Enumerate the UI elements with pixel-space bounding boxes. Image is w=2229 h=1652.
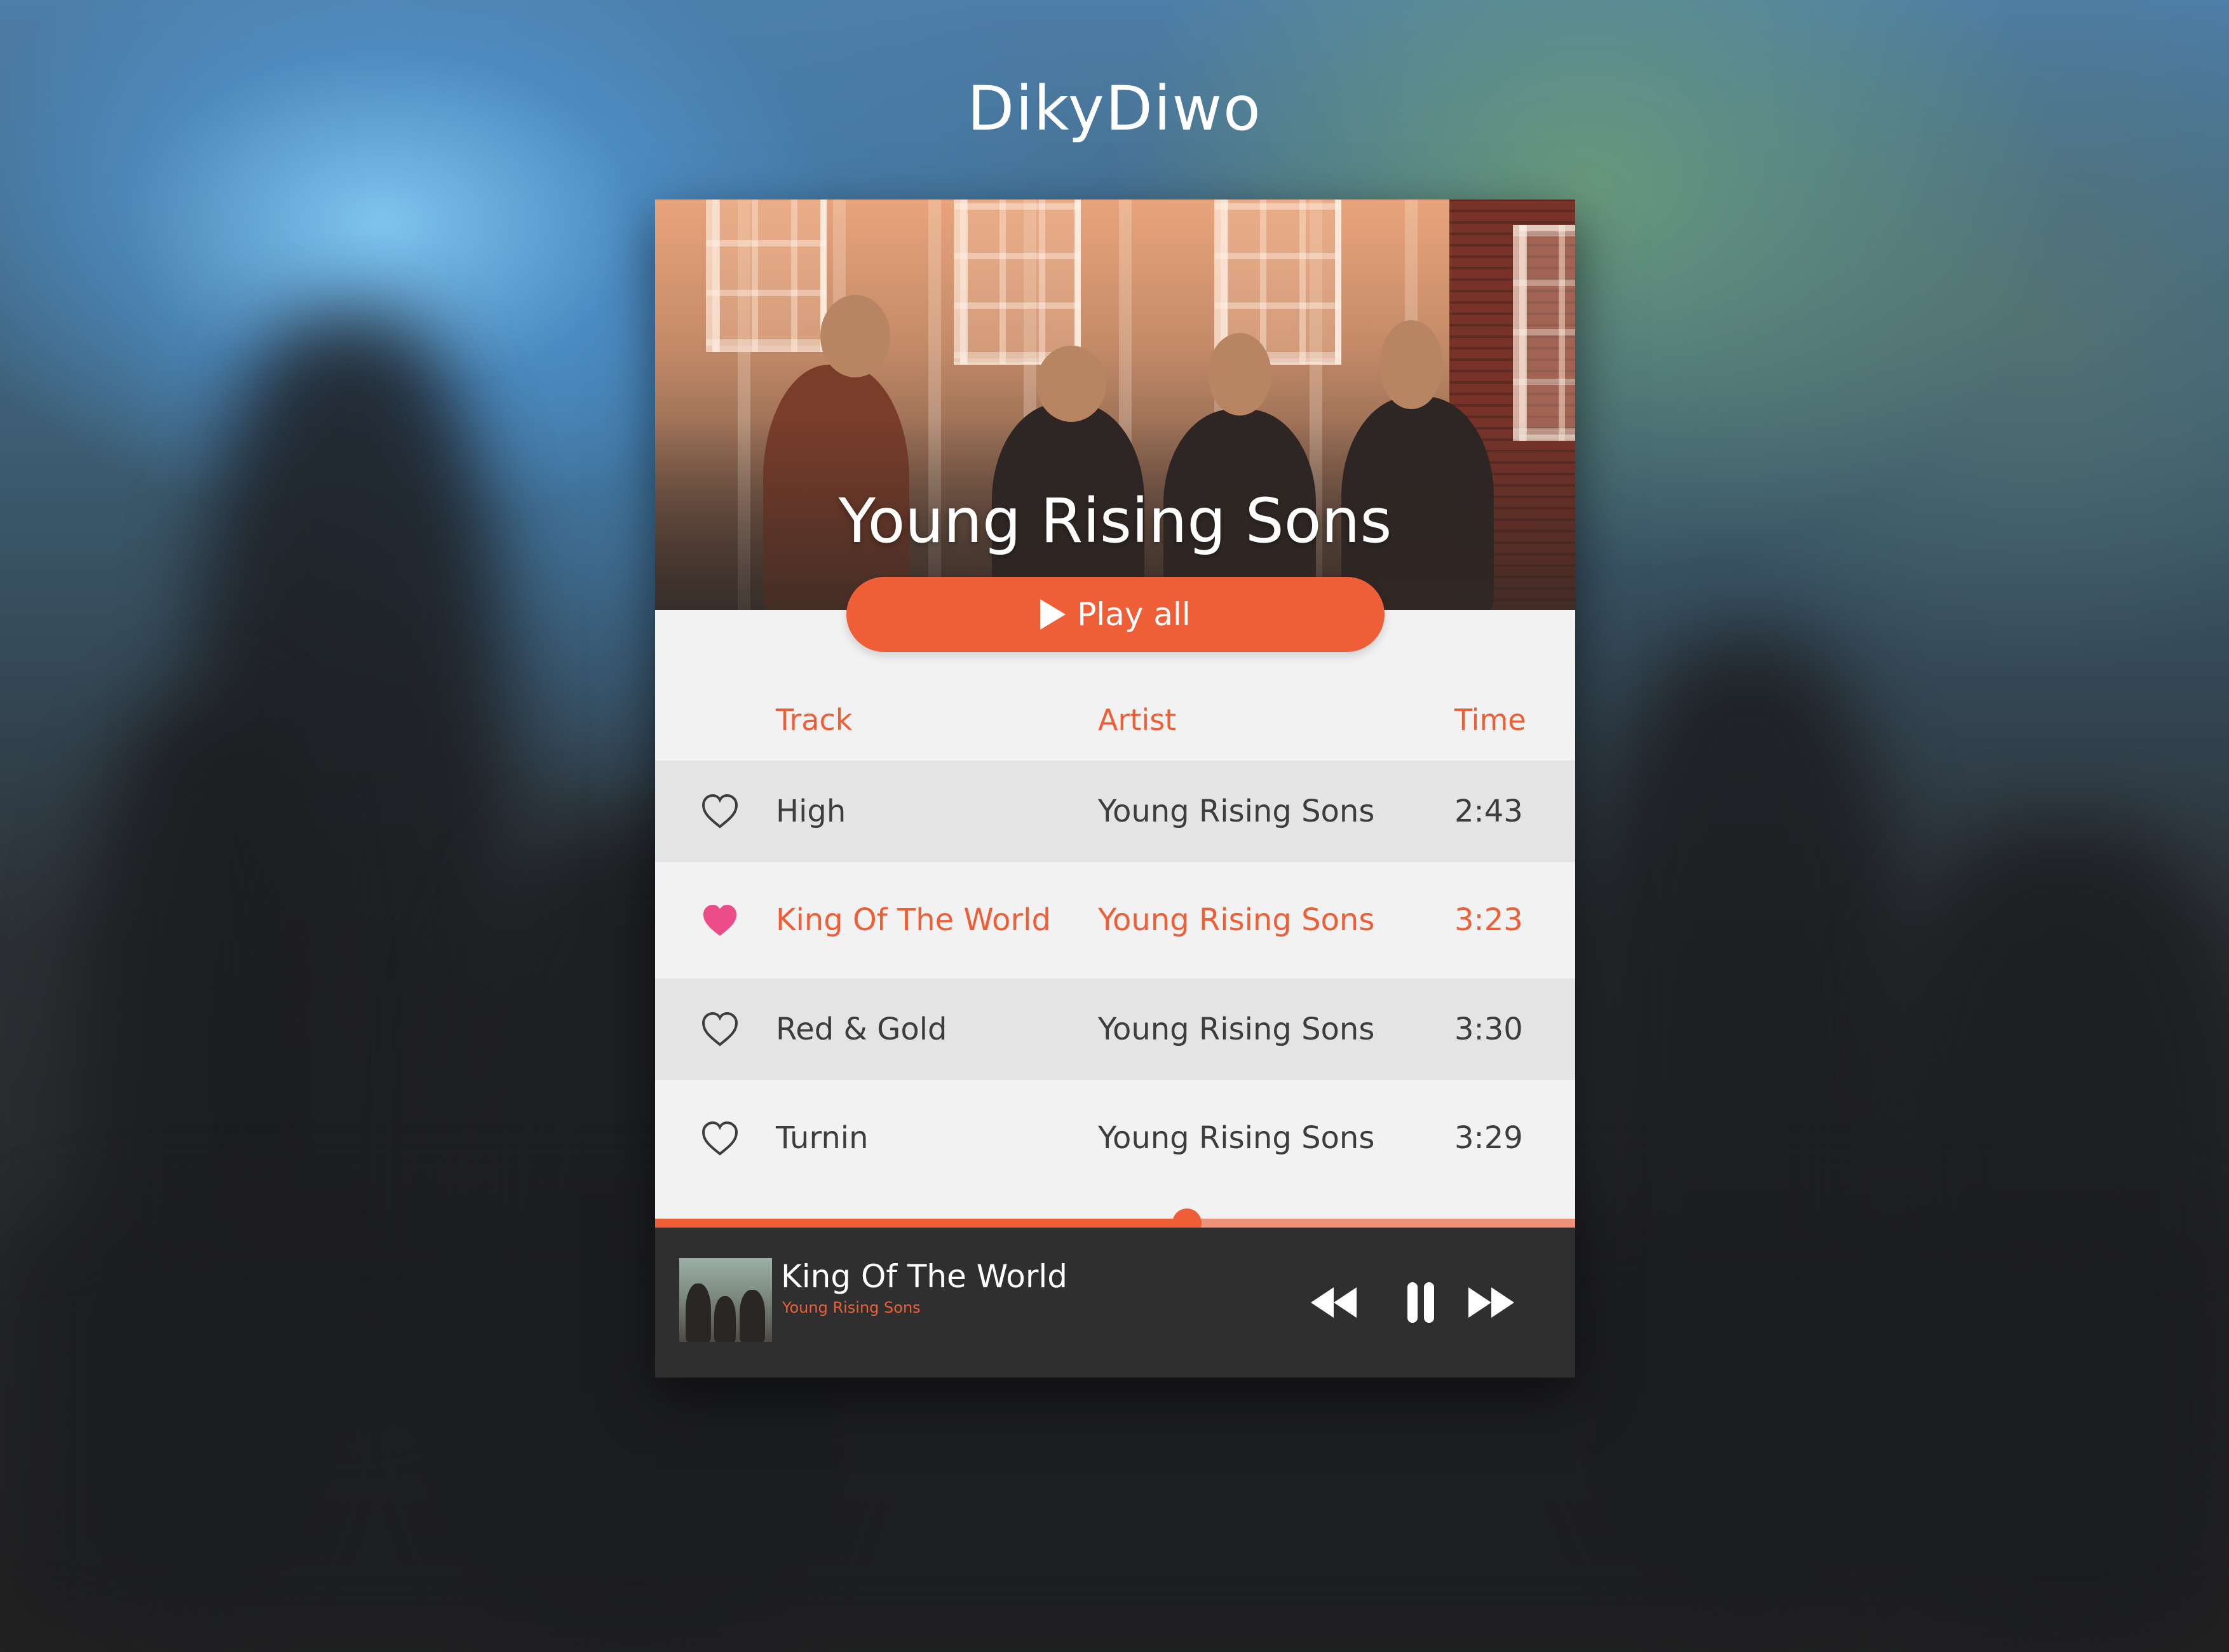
track-name: Turnin <box>776 1120 869 1156</box>
play-all-button[interactable]: Play all <box>846 577 1385 652</box>
now-playing-title: King Of The World <box>781 1258 1068 1295</box>
play-icon <box>1040 599 1066 630</box>
now-playing-thumbnail <box>679 1258 772 1342</box>
thumb-figure <box>740 1290 765 1342</box>
track-row[interactable]: Red & Gold Young Rising Sons 3:30 <box>655 978 1575 1080</box>
band-member-head <box>1379 320 1443 409</box>
track-time: 3:30 <box>1454 1012 1523 1047</box>
now-playing-artist: Young Rising Sons <box>782 1299 921 1317</box>
track-name: Red & Gold <box>776 1012 947 1047</box>
progress-fill <box>655 1219 1187 1228</box>
track-row[interactable]: High Young Rising Sons 2:43 <box>655 761 1575 862</box>
heart-filled-icon[interactable] <box>700 900 740 941</box>
track-time: 2:43 <box>1454 794 1523 829</box>
heart-outline-icon[interactable] <box>700 791 740 832</box>
thumb-figure <box>714 1296 736 1342</box>
track-artist: Young Rising Sons <box>1098 902 1375 938</box>
pause-icon[interactable] <box>1405 1278 1437 1327</box>
play-all-label: Play all <box>1077 596 1191 633</box>
thumb-figure <box>686 1283 711 1342</box>
track-artist: Young Rising Sons <box>1098 1120 1375 1156</box>
track-time: 3:23 <box>1454 902 1523 938</box>
hero-window <box>1513 225 1575 441</box>
track-time: 3:29 <box>1454 1120 1523 1156</box>
fast-forward-icon[interactable] <box>1466 1278 1517 1327</box>
track-artist: Young Rising Sons <box>1098 1012 1375 1047</box>
rewind-icon[interactable] <box>1308 1278 1359 1327</box>
track-row-active[interactable]: King Of The World Young Rising Sons 3:23 <box>655 862 1575 978</box>
music-player-card: Young Rising Sons Play all Track Artist … <box>655 200 1575 1378</box>
now-playing-bar: King Of The World Young Rising Sons <box>655 1228 1575 1378</box>
band-member-head <box>820 295 890 377</box>
band-member-head <box>1036 346 1106 422</box>
heart-outline-icon[interactable] <box>700 1009 740 1050</box>
playback-progress-bar[interactable] <box>655 1209 1575 1238</box>
track-row[interactable]: Turnin Young Rising Sons 3:29 <box>655 1080 1575 1196</box>
column-header-track[interactable]: Track <box>776 694 852 745</box>
brand-logo: DikyDiwo <box>967 73 1262 144</box>
column-header-artist[interactable]: Artist <box>1098 694 1176 745</box>
band-title: Young Rising Sons <box>838 485 1392 557</box>
track-name: King Of The World <box>776 902 1051 938</box>
band-hero-image: Young Rising Sons <box>655 200 1575 610</box>
track-name: High <box>776 794 846 829</box>
hero-window <box>954 200 1081 365</box>
track-table-header: Track Artist Time <box>655 694 1575 745</box>
track-artist: Young Rising Sons <box>1098 794 1375 829</box>
hero-window <box>706 200 827 352</box>
band-member-head <box>1208 333 1271 416</box>
heart-outline-icon[interactable] <box>700 1118 740 1159</box>
column-header-time[interactable]: Time <box>1454 694 1526 745</box>
